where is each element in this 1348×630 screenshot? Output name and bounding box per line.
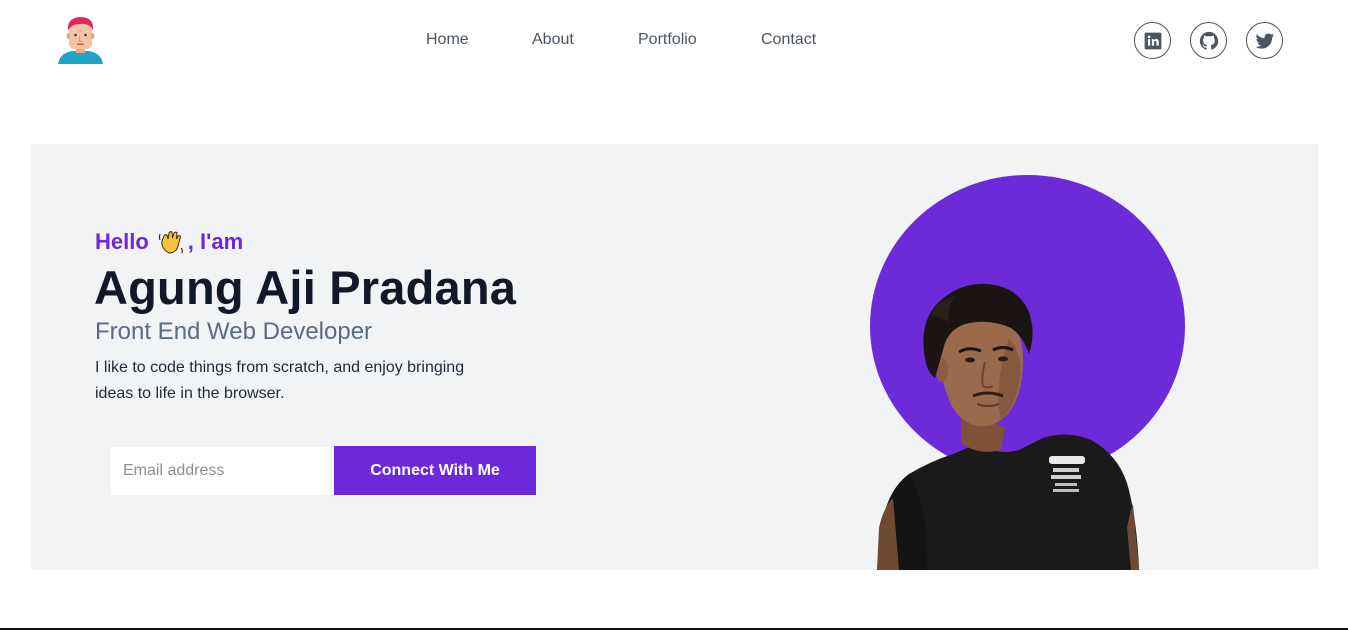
nav-link-home[interactable]: Home xyxy=(426,30,469,50)
github-link[interactable] xyxy=(1190,22,1227,59)
github-icon xyxy=(1199,31,1218,50)
hero-description: I like to code things from scratch, and … xyxy=(95,359,465,402)
nav-link-contact[interactable]: Contact xyxy=(761,30,816,50)
nav-link-portfolio[interactable]: Portfolio xyxy=(638,30,697,50)
hero-section: Hello , I'am Agung Aji Pradana Front End… xyxy=(31,144,1319,570)
connect-button[interactable]: Connect With Me xyxy=(334,446,536,495)
site-header: Home About Portfolio Contact xyxy=(0,0,1348,80)
twitter-icon xyxy=(1255,32,1274,49)
greeting: Hello , I'am xyxy=(95,228,243,256)
linkedin-icon xyxy=(1144,32,1161,49)
linkedin-link[interactable] xyxy=(1134,22,1171,59)
greeting-prefix: Hello xyxy=(95,229,149,254)
email-input[interactable] xyxy=(111,447,330,495)
twitter-link[interactable] xyxy=(1246,22,1283,59)
waving-hand-icon xyxy=(157,228,185,256)
profile-photo xyxy=(869,278,1159,570)
hero-role: Front End Web Developer xyxy=(95,318,373,345)
greeting-suffix: , I'am xyxy=(187,229,244,254)
nav-link-about[interactable]: About xyxy=(532,30,574,50)
hero-name: Agung Aji Pradana xyxy=(94,261,517,314)
